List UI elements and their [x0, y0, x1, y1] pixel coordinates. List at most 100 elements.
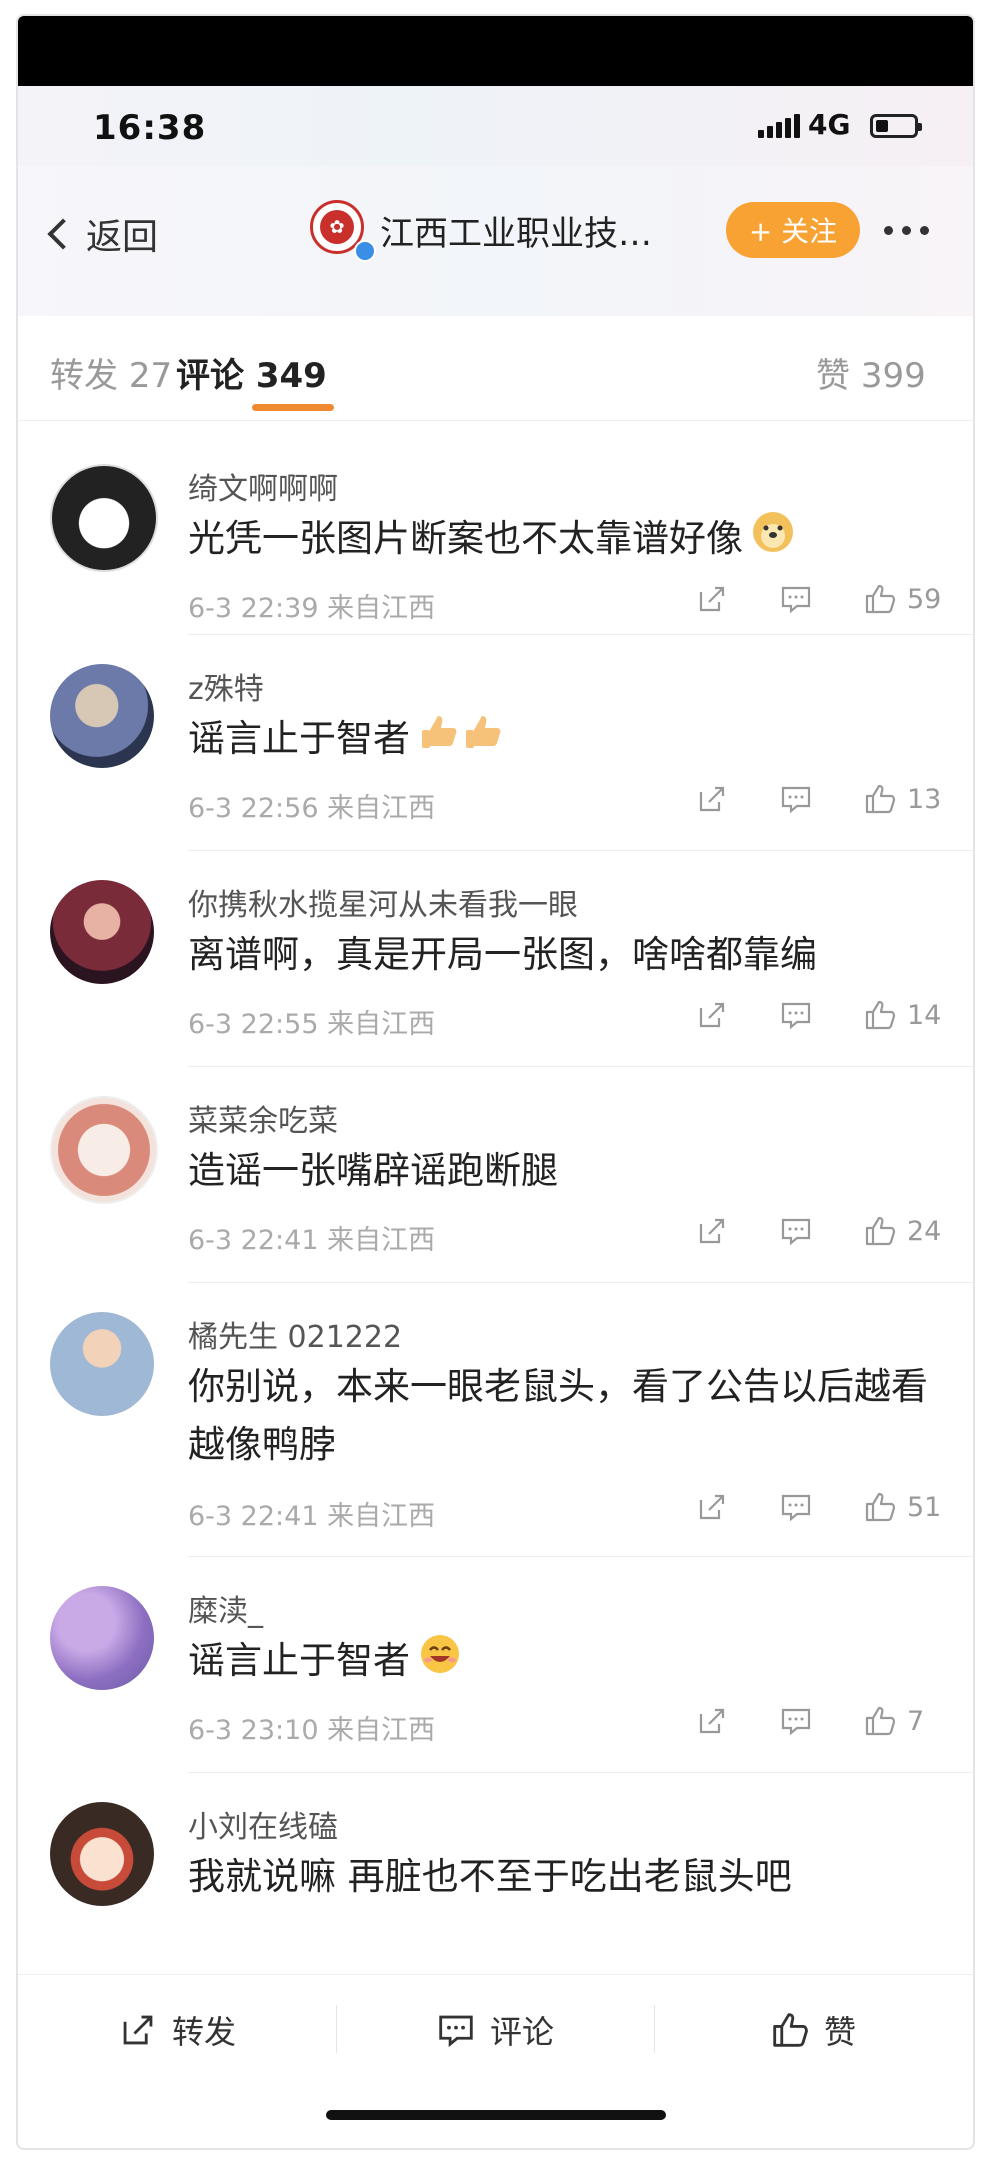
comment-location: 来自江西: [327, 1225, 436, 1256]
tab-comments-count: 349: [255, 356, 327, 396]
comment-meta: 6-3 22:55 来自江西: [188, 1002, 435, 1041]
like-icon[interactable]: [863, 782, 897, 816]
comment-actions: 24: [695, 1214, 943, 1248]
follow-button[interactable]: + 关注: [726, 202, 860, 258]
comment-text: 造谣一张嘴辟谣跑断腿: [188, 1142, 948, 1200]
like-label: 赞: [823, 2013, 856, 2051]
comment-text-content: 我就说嘛 再脏也不至于吃出老鼠头吧: [188, 1855, 792, 1898]
divider: [188, 634, 973, 635]
share-icon: [123, 2015, 153, 2045]
comment-meta: 6-3 22:41 来自江西: [188, 1494, 435, 1533]
avatar[interactable]: [50, 1586, 154, 1690]
comment-username[interactable]: z殊特: [188, 664, 264, 708]
active-tab-indicator: [252, 404, 334, 411]
school-logo-icon: ✿: [320, 210, 354, 244]
comment-label: 评论: [489, 2013, 554, 2051]
like-icon[interactable]: [863, 998, 897, 1032]
comment-meta: 6-3 23:10 来自江西: [188, 1708, 435, 1747]
home-indicator[interactable]: [326, 2110, 666, 2120]
like-icon[interactable]: [863, 1704, 897, 1738]
avatar[interactable]: [50, 880, 154, 984]
share-icon[interactable]: [695, 1704, 729, 1738]
comment-date: 6-3 22:56: [188, 793, 319, 824]
comment-icon: [439, 2015, 473, 2048]
comment-actions: 59: [695, 582, 943, 616]
repost-button[interactable]: 转发: [18, 1975, 336, 2085]
comment-username[interactable]: 橘先生 021222: [188, 1312, 402, 1356]
comment-username[interactable]: 你携秋水揽星河从未看我一眼: [188, 880, 578, 924]
comment-location: 来自江西: [327, 593, 436, 624]
avatar[interactable]: [50, 664, 154, 768]
avatar[interactable]: [50, 1312, 154, 1416]
share-icon[interactable]: [695, 782, 729, 816]
share-icon[interactable]: [695, 998, 729, 1032]
comment-username[interactable]: 绮文啊啊啊: [188, 464, 338, 508]
share-icon[interactable]: [695, 1490, 729, 1524]
reply-icon[interactable]: [779, 582, 813, 616]
avatar[interactable]: [50, 1096, 158, 1204]
doge-emoji-icon: [751, 510, 795, 571]
comment-username[interactable]: 糜渎_: [188, 1586, 263, 1630]
comment-text-content: 光凭一张图片断案也不太靠谱好像: [188, 517, 743, 560]
comment-username[interactable]: 小刘在线磕: [188, 1802, 338, 1846]
comment-date: 6-3 23:10: [188, 1715, 319, 1746]
reply-icon[interactable]: [779, 998, 813, 1032]
comment-text-content: 谣言止于智者: [188, 1639, 410, 1682]
like-count: 24: [907, 1215, 942, 1247]
comment-username[interactable]: 菜菜余吃菜: [188, 1096, 338, 1140]
more-options-icon[interactable]: [884, 226, 929, 235]
avatar[interactable]: [50, 464, 158, 572]
share-icon[interactable]: [695, 582, 729, 616]
post-tabs: 转发 27 评论 349 赞 399: [18, 316, 973, 421]
comment-item: 你携秋水揽星河从未看我一眼 离谱啊，真是开局一张图，啥啥都靠编 6-3 22:5…: [18, 852, 973, 1068]
status-time: 16:38: [93, 108, 207, 148]
thumbs-up-emoji-icon: [418, 710, 506, 771]
reply-icon[interactable]: [779, 1214, 813, 1248]
phone-screen: 16:38 4G 返回 ✿ 江西工业职业技… + 关注 转发 27 评论 349…: [16, 14, 975, 2150]
bottom-action-bar: 转发 评论 赞: [18, 1974, 973, 2085]
reply-icon[interactable]: [779, 1490, 813, 1524]
divider: [188, 850, 973, 851]
comment-item: z殊特 谣言止于智者 6-3 22:56 来自江西 13: [18, 636, 973, 852]
comment-location: 来自江西: [327, 1501, 436, 1532]
tab-likes[interactable]: 赞 399: [816, 348, 926, 397]
comment-button[interactable]: 评论: [336, 1975, 654, 2085]
chevron-left-icon: [47, 218, 79, 250]
account-name[interactable]: 江西工业职业技…: [380, 206, 652, 255]
comment-item: 绮文啊啊啊 光凭一张图片断案也不太靠谱好像 6-3 22:39 来自江西 59: [18, 420, 973, 636]
comment-item: 菜菜余吃菜 造谣一张嘴辟谣跑断腿 6-3 22:41 来自江西 24: [18, 1068, 973, 1284]
smile-emoji-icon: [418, 1632, 462, 1693]
reply-icon[interactable]: [779, 1704, 813, 1738]
verified-badge-icon: [354, 240, 376, 262]
comment-item: 糜渎_ 谣言止于智者 6-3 23:10 来自江西 7: [18, 1558, 973, 1774]
comment-text: 谣言止于智者: [188, 710, 948, 771]
like-icon[interactable]: [863, 582, 897, 616]
comment-text-content: 造谣一张嘴辟谣跑断腿: [188, 1149, 558, 1192]
comment-meta: 6-3 22:39 来自江西: [188, 586, 435, 625]
top-black-bar: [18, 16, 973, 86]
comment-text: 光凭一张图片断案也不太靠谱好像: [188, 510, 948, 571]
share-icon[interactable]: [695, 1214, 729, 1248]
comment-actions: 14: [695, 998, 943, 1032]
avatar[interactable]: [50, 1802, 154, 1906]
divider: [188, 1772, 973, 1773]
comment-actions: 13: [695, 782, 943, 816]
like-count: 7: [907, 1705, 925, 1737]
signal-icon: [758, 114, 800, 138]
tab-repost[interactable]: 转发 27: [50, 348, 172, 397]
comment-location: 来自江西: [327, 1715, 436, 1746]
comment-text-content: 你别说，本来一眼老鼠头，看了公告以后越看越像鸭脖: [188, 1365, 928, 1466]
comment-date: 6-3 22:41: [188, 1501, 319, 1532]
reply-icon[interactable]: [779, 782, 813, 816]
back-button[interactable]: 返回: [44, 208, 158, 260]
like-count: 14: [907, 999, 942, 1031]
like-button[interactable]: 赞: [654, 1975, 972, 2085]
like-icon[interactable]: [863, 1490, 897, 1524]
divider: [188, 1066, 973, 1067]
like-count: 51: [907, 1491, 942, 1523]
tab-comments[interactable]: 评论 349: [176, 348, 327, 397]
comment-text: 谣言止于智者: [188, 1632, 948, 1693]
like-icon[interactable]: [863, 1214, 897, 1248]
comment-item: 小刘在线磕 我就说嘛 再脏也不至于吃出老鼠头吧: [18, 1774, 973, 1974]
comment-location: 来自江西: [327, 1009, 436, 1040]
